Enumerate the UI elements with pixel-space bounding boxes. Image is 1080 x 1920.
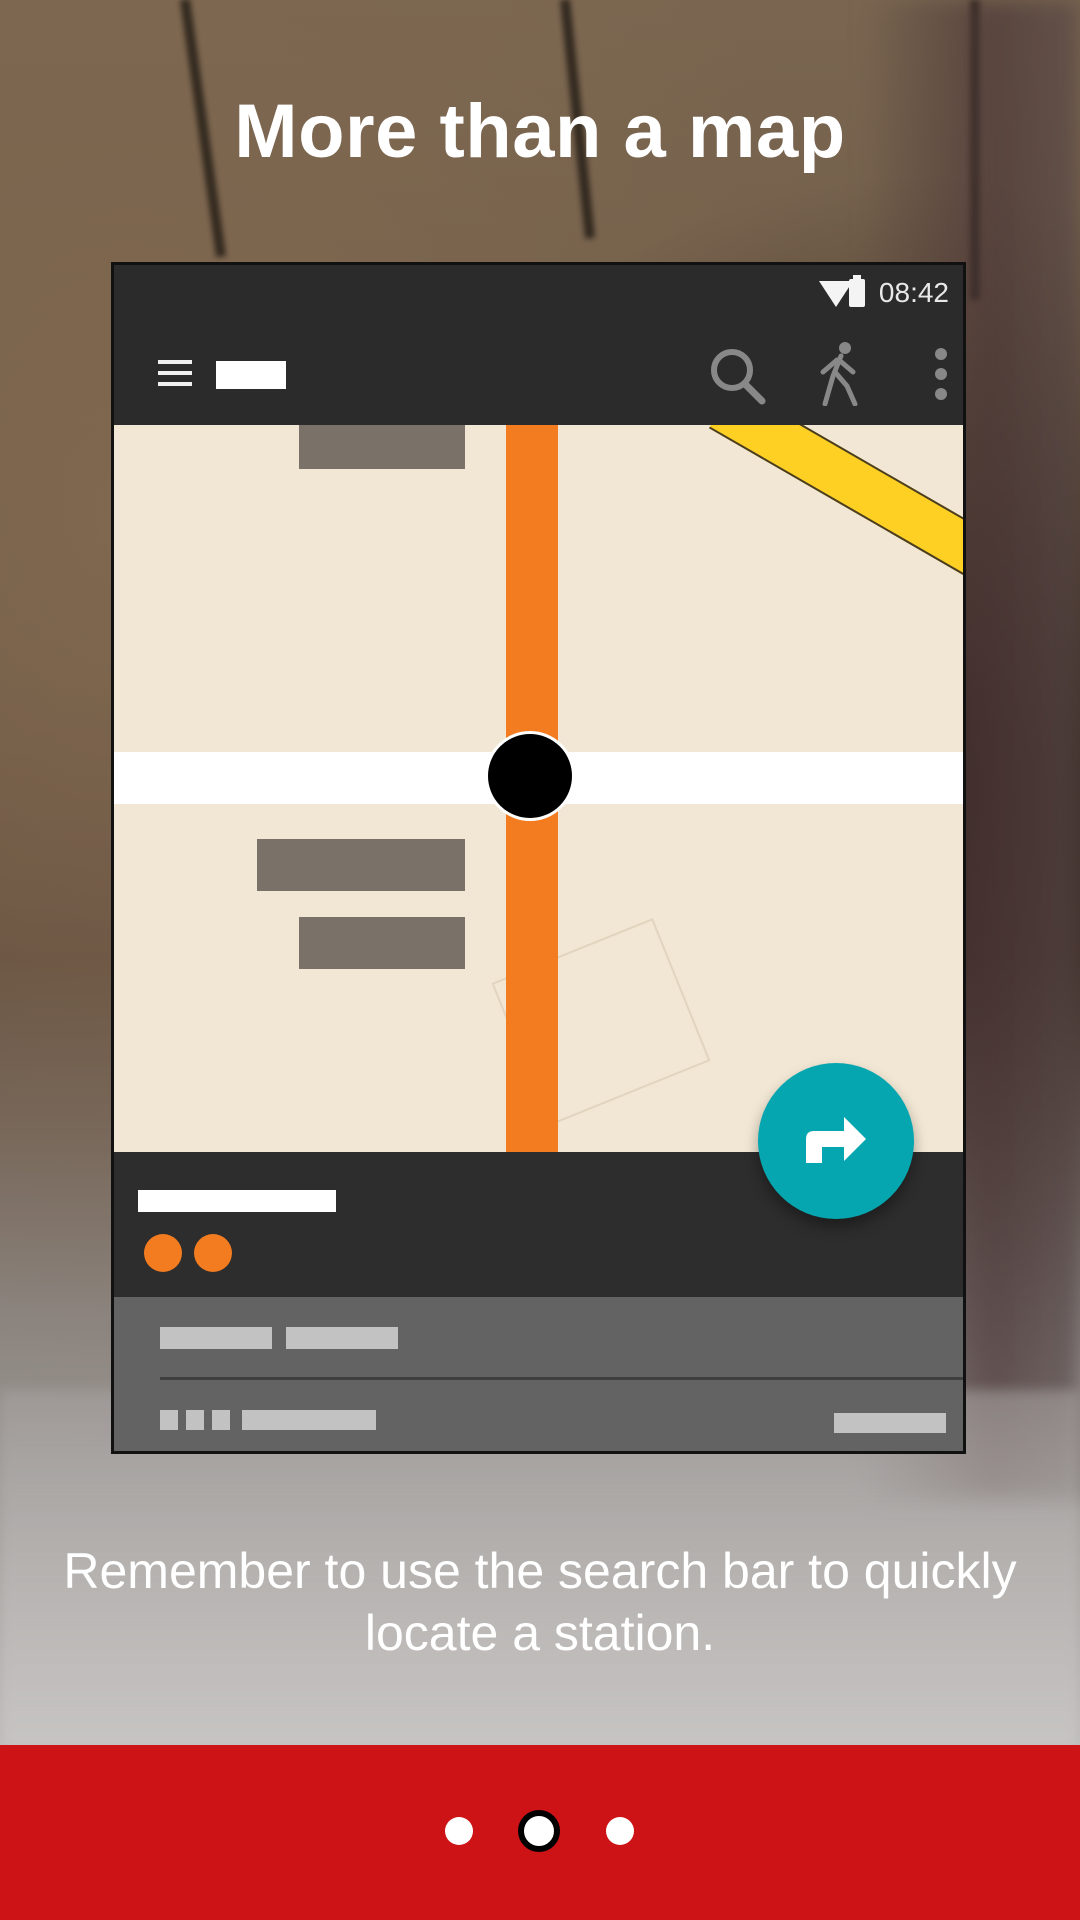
placeholder-text (160, 1410, 178, 1430)
phone-mockup: 08:42 (111, 262, 966, 1454)
mockup-app-bar (114, 320, 963, 425)
page-title: More than a map (234, 89, 846, 174)
more-vert-icon (935, 348, 947, 400)
mockup-status-bar: 08:42 (114, 265, 963, 320)
battery-icon (849, 275, 865, 307)
walk-icon (820, 342, 858, 406)
pager-dot-3[interactable] (606, 1817, 634, 1845)
placeholder-text (212, 1410, 230, 1430)
pager-dot-1[interactable] (445, 1817, 473, 1845)
line-badge-icon (194, 1234, 232, 1272)
map-building (299, 425, 465, 469)
divider (160, 1377, 963, 1380)
metro-line-yellow (709, 425, 963, 639)
onboarding-caption: Remember to use the search bar to quickl… (63, 1543, 1017, 1661)
placeholder-text (186, 1410, 204, 1430)
placeholder-text (242, 1410, 376, 1430)
placeholder-text (834, 1413, 946, 1433)
map-building (299, 917, 465, 969)
mockup-app-logo (216, 361, 286, 389)
directions-fab (758, 1063, 914, 1219)
menu-icon (158, 360, 192, 386)
pager-dot-2-active[interactable] (518, 1810, 560, 1852)
placeholder-text (286, 1327, 398, 1349)
mockup-details-panel (114, 1297, 963, 1451)
directions-icon (806, 1117, 866, 1163)
mockup-map (114, 425, 963, 1152)
line-badge-icon (144, 1234, 182, 1272)
search-icon (711, 349, 766, 405)
mockup-status-time: 08:42 (878, 277, 949, 308)
wifi-icon (819, 281, 853, 307)
placeholder-text (160, 1327, 272, 1349)
station-marker (485, 731, 575, 821)
map-building (257, 839, 465, 891)
placeholder-text (138, 1190, 336, 1212)
